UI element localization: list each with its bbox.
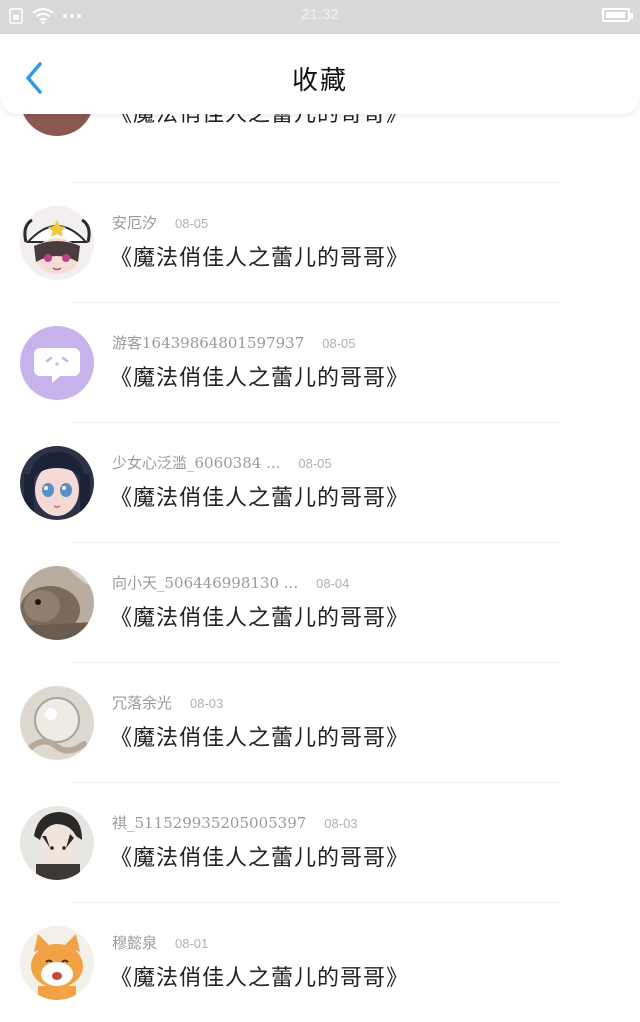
favorite-title[interactable]: 《魔法俏佳人之蕾儿的哥哥》 [110, 960, 409, 992]
username[interactable]: 祺_511529935205005397 [112, 814, 306, 832]
date: 08-03 [324, 816, 358, 831]
divider [72, 662, 560, 663]
favorite-title[interactable]: 《魔法俏佳人之蕾儿的哥哥》 [110, 240, 409, 272]
list-item[interactable]: 冗落余光 08-03 《魔法俏佳人之蕾儿的哥哥》 [0, 662, 640, 782]
item-meta: 穆懿泉 08-01 [112, 932, 208, 953]
list-item[interactable]: 祺_511529935205005397 08-03 《魔法俏佳人之蕾儿的哥哥》 [0, 782, 640, 902]
favorite-title[interactable]: 《魔法俏佳人之蕾儿的哥哥》 [110, 840, 409, 872]
avatar[interactable] [20, 206, 94, 280]
item-meta: 安厄汐 08-05 [112, 212, 208, 233]
avatar[interactable] [20, 566, 94, 640]
username[interactable]: 向小天_506446998130 ... [112, 574, 298, 592]
date: 08-01 [175, 936, 209, 951]
date: 08-04 [316, 576, 350, 591]
status-time: 21:32 [301, 6, 339, 23]
favorite-title[interactable]: 《魔法俏佳人之蕾儿的哥哥》 [110, 480, 409, 512]
list-item[interactable]: 穆懿泉 08-01 《魔法俏佳人之蕾儿的哥哥》 [0, 902, 640, 1022]
list-item[interactable]: 少女心泛滥_6060384 ... 08-05 《魔法俏佳人之蕾儿的哥哥》 [0, 422, 640, 542]
avatar[interactable] [20, 326, 94, 400]
page-title: 收藏 [291, 66, 348, 96]
item-meta: 向小天_506446998130 ... 08-04 [112, 572, 349, 593]
status-bar: 21:32 [0, 0, 640, 34]
divider [72, 302, 560, 303]
username[interactable]: 安厄汐 [112, 214, 157, 232]
list-item[interactable]: 游客16439864801597937 08-05 《魔法俏佳人之蕾儿的哥哥》 [0, 302, 640, 422]
list-item[interactable]: 安厄汐 08-05 《魔法俏佳人之蕾儿的哥哥》 [0, 182, 640, 302]
date: 08-05 [175, 216, 209, 231]
favorite-title[interactable]: 《魔法俏佳人之蕾儿的哥哥》 [110, 360, 409, 392]
date: 08-03 [190, 696, 224, 711]
item-meta: 祺_511529935205005397 08-03 [112, 812, 358, 833]
username[interactable]: 冗落余光 [112, 694, 172, 712]
divider [72, 782, 560, 783]
item-meta: 冗落余光 08-03 [112, 692, 223, 713]
favorite-title[interactable]: 《魔法俏佳人之蕾儿的哥哥》 [110, 720, 409, 752]
username[interactable]: 游客16439864801597937 [112, 334, 304, 352]
username[interactable]: 少女心泛滥_6060384 ... [112, 454, 280, 472]
date: 08-05 [298, 456, 332, 471]
username[interactable]: 穆懿泉 [112, 934, 157, 952]
avatar[interactable] [20, 686, 94, 760]
date: 08-05 [322, 336, 356, 351]
nav-bar: 收藏 [0, 34, 640, 114]
item-meta: 少女心泛滥_6060384 ... 08-05 [112, 452, 332, 473]
avatar[interactable] [20, 926, 94, 1000]
avatar[interactable] [20, 446, 94, 520]
item-meta: 游客16439864801597937 08-05 [112, 332, 356, 353]
divider [72, 902, 560, 903]
battery-icon [602, 8, 633, 22]
avatar[interactable] [20, 806, 94, 880]
favorite-title[interactable]: 《魔法俏佳人之蕾儿的哥哥》 [110, 600, 409, 632]
divider [72, 542, 560, 543]
list-item[interactable]: 向小天_506446998130 ... 08-04 《魔法俏佳人之蕾儿的哥哥》 [0, 542, 640, 662]
divider [72, 422, 560, 423]
divider [72, 182, 560, 183]
